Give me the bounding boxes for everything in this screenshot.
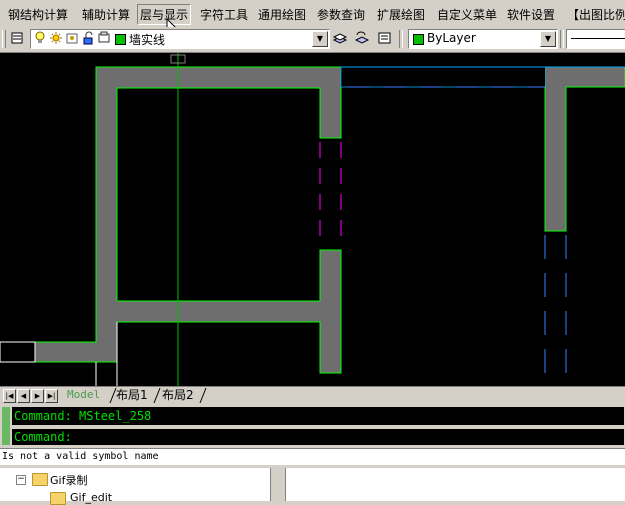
command-window: Command: MSteel_258 Command:	[0, 405, 625, 447]
wall-left-white	[0, 341, 36, 363]
first-tab-icon[interactable]: |◀	[3, 389, 16, 403]
tree-item-gif-edit[interactable]: Gif_edit	[70, 491, 112, 504]
tab-model[interactable]: Model	[63, 387, 105, 403]
layout-tab-bar: |◀ ◀ ▶ ▶| Model 布局1 布局2	[0, 386, 625, 405]
menu-layer-display[interactable]: 层与显示	[137, 4, 192, 25]
lightbulb-icon[interactable]	[33, 30, 47, 46]
wall-room-outline	[34, 66, 342, 374]
toolbar-separator	[560, 30, 564, 48]
command-grip[interactable]	[2, 407, 10, 445]
toolbar-grip[interactable]	[2, 30, 6, 48]
wall-top-opening-fill	[342, 67, 545, 86]
tree-item-gif-record[interactable]: Gif录制	[50, 472, 87, 488]
viewport-freeze-icon[interactable]	[65, 30, 79, 46]
file-explorer: − Gif录制 Gif_edit	[0, 465, 625, 505]
chevron-down-icon[interactable]: ▼	[312, 31, 328, 47]
folder-tree[interactable]: − Gif录制 Gif_edit	[0, 468, 271, 505]
menu-software-settings[interactable]: 软件设置	[507, 6, 555, 23]
chevron-down-icon[interactable]: ▼	[540, 31, 556, 47]
layer-combo[interactable]: 墙实线 ▼	[30, 29, 330, 49]
menu-text-tools[interactable]: 字符工具	[200, 6, 248, 23]
collapse-icon[interactable]: −	[16, 475, 26, 485]
menu-aux-calc[interactable]: 辅助计算	[82, 6, 130, 23]
command-line-input[interactable]: Command:	[12, 429, 624, 445]
linetype-preview	[571, 38, 625, 39]
plot-icon[interactable]	[97, 30, 111, 46]
layer-states-icon[interactable]	[377, 30, 391, 46]
next-tab-icon[interactable]: ▶	[31, 389, 44, 403]
command-history: Command: MSteel_258	[12, 407, 624, 425]
folder-icon	[32, 473, 48, 486]
status-bar: Is not a valid symbol name	[0, 448, 625, 465]
layer-color-swatch	[115, 34, 126, 45]
wall-right	[544, 66, 625, 232]
layer-properties-icon[interactable]	[10, 30, 24, 46]
menu-param-query[interactable]: 参数查询	[317, 6, 365, 23]
sun-freeze-icon[interactable]	[49, 30, 63, 46]
last-tab-icon[interactable]: ▶|	[45, 389, 58, 403]
folder-icon	[50, 492, 66, 505]
layer-toolbar: 墙实线 ▼ ByLayer ▼	[0, 27, 625, 53]
drawing-canvas[interactable]	[0, 53, 625, 386]
menu-extended-drawing[interactable]: 扩展绘图	[377, 6, 425, 23]
menu-steel-structure-calc[interactable]: 钢结构计算	[8, 6, 68, 23]
menu-print-scale[interactable]: 【出图比例	[567, 6, 625, 23]
color-combo[interactable]: ByLayer ▼	[408, 29, 558, 49]
menu-custom-menu[interactable]: 自定义菜单	[437, 6, 497, 23]
color-value: ByLayer	[427, 31, 476, 45]
menu-general-drawing[interactable]: 通用绘图	[258, 6, 306, 23]
make-object-layer-current-icon[interactable]	[332, 30, 348, 46]
menu-bar: 钢结构计算 辅助计算 层与显示 字符工具 通用绘图 参数查询 扩展绘图 自定义菜…	[0, 0, 625, 36]
prev-tab-icon[interactable]: ◀	[17, 389, 30, 403]
unlock-icon[interactable]	[81, 30, 95, 46]
cad-drawing[interactable]	[0, 53, 625, 386]
file-list-pane[interactable]	[285, 468, 625, 501]
layer-previous-icon[interactable]	[354, 30, 370, 46]
linetype-combo[interactable]	[566, 29, 625, 49]
tab-dividers	[109, 387, 207, 404]
layer-name: 墙实线	[129, 33, 166, 47]
toolbar-separator	[399, 30, 403, 48]
color-swatch	[413, 34, 424, 45]
tree-rows: − Gif录制 Gif_edit	[0, 468, 270, 505]
